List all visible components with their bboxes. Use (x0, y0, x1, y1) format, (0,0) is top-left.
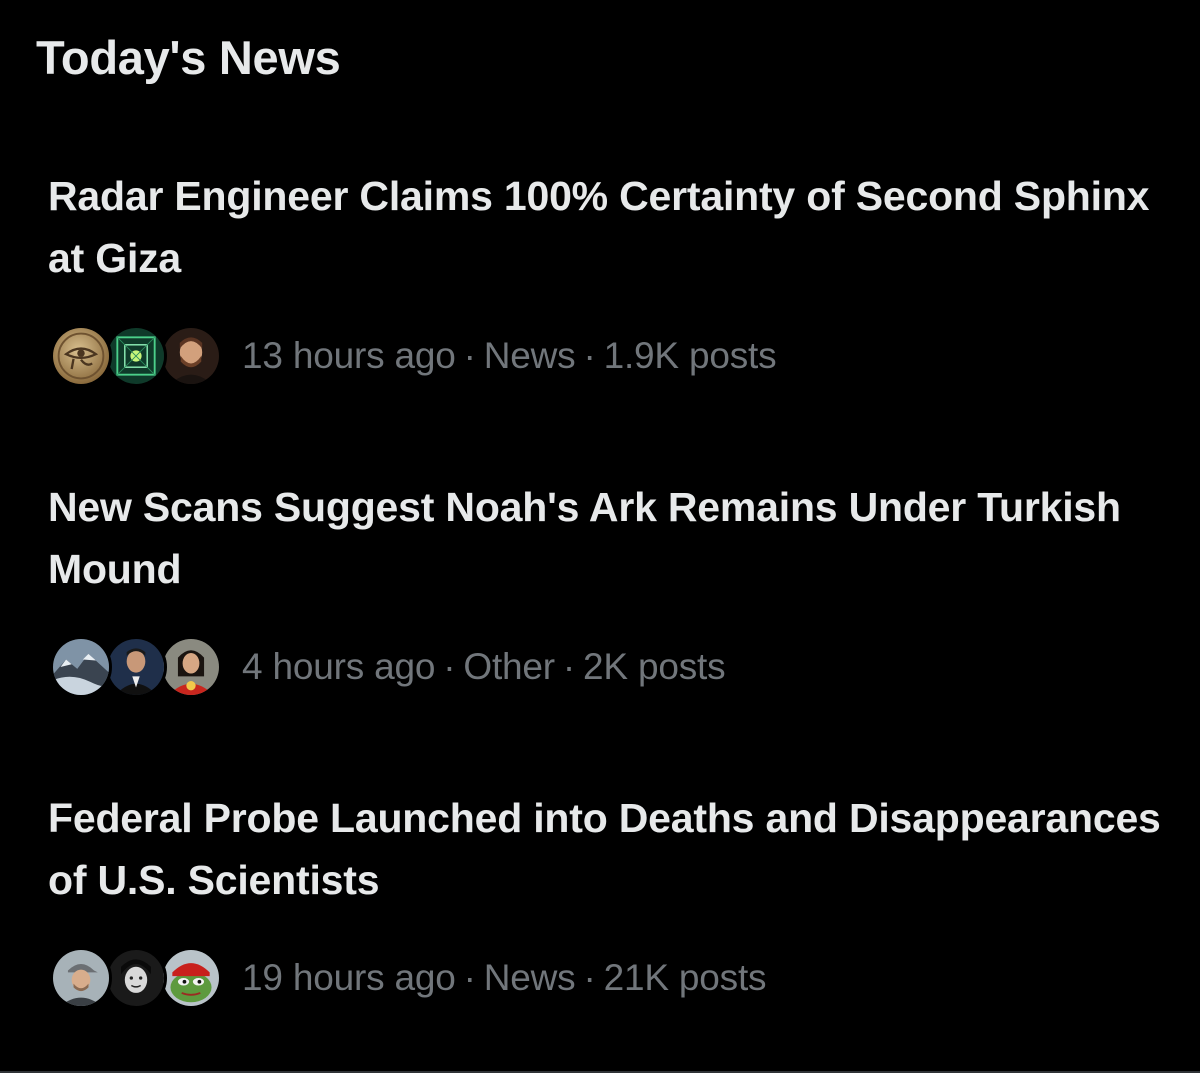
separator-dot: · (463, 957, 476, 998)
news-category: News (483, 335, 576, 376)
news-category: Other (463, 646, 555, 687)
news-headline[interactable]: Radar Engineer Claims 100% Certainty of … (48, 165, 1178, 289)
woman-red-shirt-avatar (160, 636, 222, 698)
news-meta: 19 hours ago · News · 21K posts (50, 945, 767, 1011)
eye-of-horus-coin-avatar (50, 325, 112, 387)
separator-dot: · (562, 646, 576, 687)
separator-dot: · (583, 957, 596, 998)
frog-red-hat-avatar (160, 947, 222, 1009)
news-category: News (483, 957, 576, 998)
man-in-suit-avatar (105, 636, 167, 698)
news-meta: 4 hours ago · Other · 2K posts (50, 634, 726, 700)
avatar-stack (50, 634, 222, 700)
news-meta-text: 4 hours ago · Other · 2K posts (242, 646, 726, 688)
sketched-face-avatar (105, 947, 167, 1009)
bearded-man-avatar (160, 325, 222, 387)
news-headline[interactable]: New Scans Suggest Noah's Ark Remains Und… (48, 476, 1178, 600)
news-time: 13 hours ago (242, 335, 456, 376)
news-meta-text: 19 hours ago · News · 21K posts (242, 957, 767, 999)
avatar-stack (50, 323, 222, 389)
avatar-stack (50, 945, 222, 1011)
separator-dot: · (443, 646, 456, 687)
news-post-count: 21K posts (603, 957, 767, 998)
mountain-snow-avatar (50, 636, 112, 698)
separator-dot: · (583, 335, 596, 376)
separator-dot: · (463, 335, 476, 376)
news-post-count: 1.9K posts (603, 335, 777, 376)
section-title: Today's News (36, 31, 341, 84)
news-time: 19 hours ago (242, 957, 456, 998)
news-post-count: 2K posts (583, 646, 726, 687)
news-meta-text: 13 hours ago · News · 1.9K posts (242, 335, 777, 377)
news-headline[interactable]: Federal Probe Launched into Deaths and D… (48, 787, 1178, 911)
green-glyph-avatar (105, 325, 167, 387)
news-time: 4 hours ago (242, 646, 436, 687)
news-meta: 13 hours ago · News · 1.9K posts (50, 323, 777, 389)
man-cap-avatar (50, 947, 112, 1009)
